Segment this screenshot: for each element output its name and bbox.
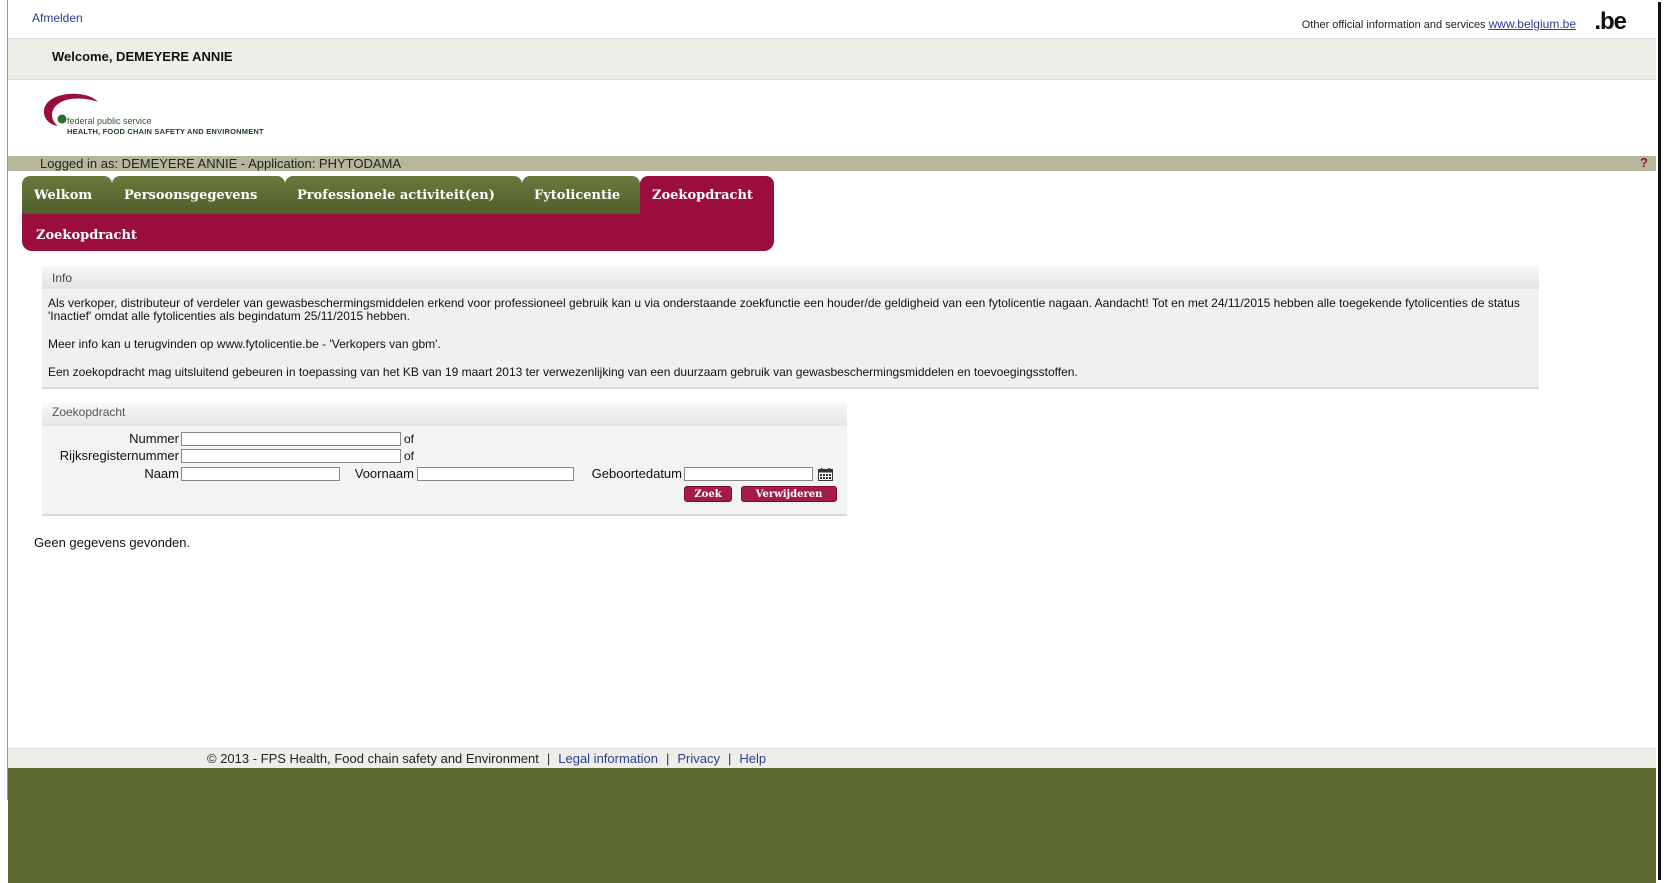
- info-paragraph-3: Een zoekopdracht mag uitsluitend gebeure…: [48, 365, 1078, 379]
- official-info-text: Other official information and services: [1301, 19, 1486, 31]
- logout-link[interactable]: Afmelden: [32, 11, 83, 25]
- be-logo-text: .be: [1594, 8, 1627, 35]
- voornaam-label: Voornaam: [354, 466, 414, 481]
- bottom-brand-band: [8, 768, 1658, 883]
- footer-copyright: © 2013 - FPS Health, Food chain safety a…: [207, 751, 539, 766]
- search-panel-header: Zoekopdracht: [42, 402, 847, 426]
- info-paragraph-2: Meer info kan u terugvinden op www.fytol…: [48, 337, 441, 351]
- status-strip: Logged in as: DEMEYERE ANNIE - Applicati…: [8, 155, 1658, 171]
- info-paragraph-1: Als verkoper, distributeur of verdeler v…: [48, 296, 1520, 323]
- footer-separator: |: [728, 751, 732, 766]
- info-panel-title: Info: [52, 271, 73, 285]
- nummer-label: Nummer: [129, 431, 179, 446]
- tab-professionele-activiteiten[interactable]: Professionele activiteit(en): [285, 176, 522, 214]
- be-logo[interactable]: .be: [1594, 8, 1627, 36]
- footer-separator: |: [546, 751, 551, 766]
- footer-help-link[interactable]: Help: [739, 751, 766, 766]
- sub-tab-bar: Zoekopdracht: [22, 214, 774, 251]
- rijksregisternummer-input[interactable]: [181, 449, 401, 463]
- tab-fytolicentie[interactable]: Fytolicentie: [522, 176, 640, 214]
- info-panel-header: Info: [42, 266, 1539, 289]
- calendar-icon[interactable]: [818, 468, 833, 481]
- search-panel: Zoekopdracht Nummer of Rijksregisternumm…: [42, 402, 847, 516]
- info-panel: Info Als verkoper, distributeur of verde…: [42, 266, 1539, 389]
- left-border: [7, 0, 8, 800]
- naam-label: Naam: [144, 466, 179, 481]
- welcome-band: Welcome, DEMEYERE ANNIE: [8, 38, 1658, 80]
- main-tabs: Welkom Persoonsgegevens Professionele ac…: [22, 176, 774, 214]
- tab-persoonsgegevens[interactable]: Persoonsgegevens: [112, 176, 285, 214]
- no-results-message: Geen gegevens gevonden.: [34, 535, 191, 550]
- logo-line2: HEALTH, FOOD CHAIN SAFETY AND ENVIRONMEN…: [67, 127, 264, 136]
- zoek-button[interactable]: Zoek: [684, 486, 732, 502]
- logged-in-text: Logged in as: DEMEYERE ANNIE - Applicati…: [40, 156, 402, 171]
- naam-input[interactable]: [181, 467, 340, 481]
- or-label-1: of: [404, 432, 415, 446]
- welcome-text: Welcome, DEMEYERE ANNIE: [52, 49, 233, 64]
- tab-welkom[interactable]: Welkom: [22, 176, 112, 214]
- window-scrollbar-track: [1658, 2, 1661, 880]
- logo-line1: federal public service: [67, 116, 152, 126]
- fps-logo: federal public service HEALTH, FOOD CHAI…: [40, 92, 340, 140]
- search-panel-title: Zoekopdracht: [52, 405, 126, 419]
- or-label-2: of: [404, 449, 415, 463]
- page-frame: Afmelden Other official information and …: [0, 0, 1658, 883]
- geboortedatum-input[interactable]: [684, 467, 813, 481]
- voornaam-input[interactable]: [417, 467, 574, 481]
- rijksregisternummer-label: Rijksregisternummer: [59, 448, 179, 463]
- official-info: Other official information and services …: [1302, 17, 1576, 31]
- help-question-icon[interactable]: ?: [1640, 155, 1648, 170]
- verwijderen-button[interactable]: Verwijderen: [741, 486, 837, 502]
- footer-separator: |: [666, 751, 670, 766]
- top-utility-bar: Afmelden Other official information and …: [8, 0, 1658, 38]
- window-scrollbar[interactable]: [1656, 0, 1669, 883]
- tab-zoekopdracht[interactable]: Zoekopdracht: [640, 176, 774, 214]
- footer-legal-link[interactable]: Legal information: [558, 751, 658, 766]
- footer: © 2013 - FPS Health, Food chain safety a…: [8, 748, 1658, 769]
- belgium-be-link[interactable]: www.belgium.be: [1489, 17, 1576, 31]
- geboortedatum-label: Geboortedatum: [591, 466, 682, 481]
- nummer-input[interactable]: [181, 432, 401, 446]
- footer-privacy-link[interactable]: Privacy: [677, 751, 720, 766]
- subtab-zoekopdracht[interactable]: Zoekopdracht: [36, 228, 137, 243]
